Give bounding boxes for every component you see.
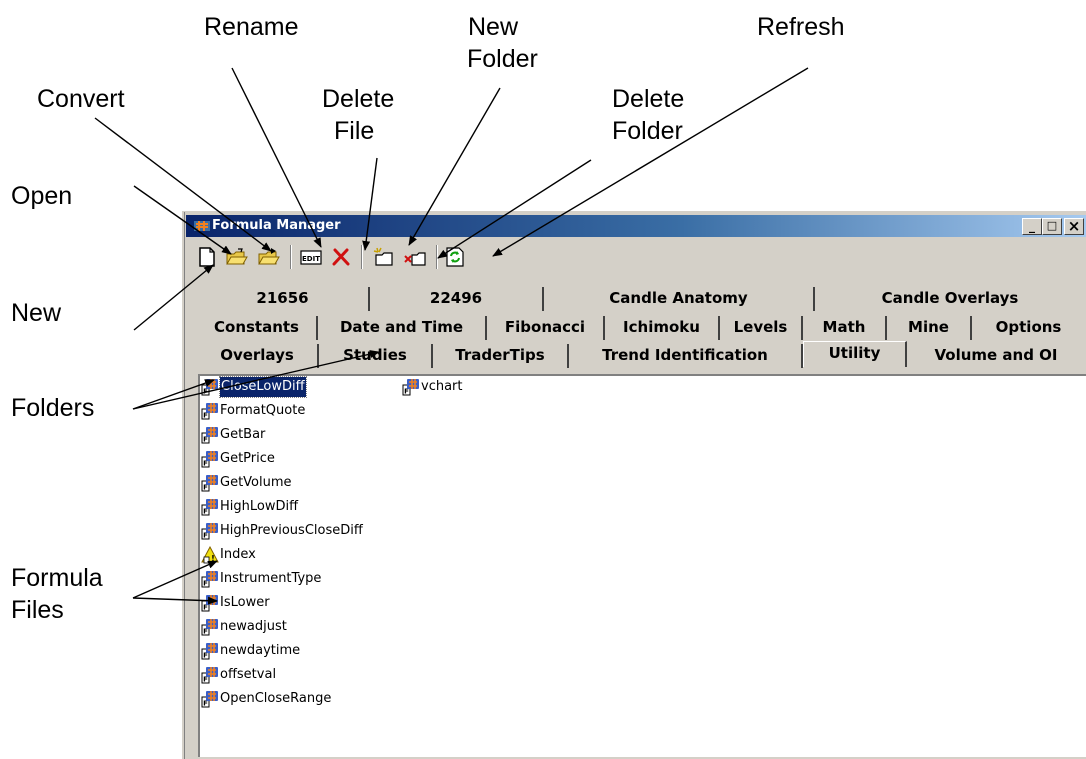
formula-file-icon: F	[201, 595, 218, 612]
formula-file-icon: F	[201, 451, 218, 468]
file-label: offsetval	[220, 667, 277, 682]
formula-file-icon: F	[402, 379, 419, 396]
tab-levels[interactable]: Levels	[720, 316, 803, 340]
convert-callout: Convert	[37, 85, 125, 113]
delete-folder-callout-line1: Delete	[612, 85, 685, 113]
file-label: HighLowDiff	[220, 499, 299, 514]
formula-file-icon: F	[201, 427, 218, 444]
tab-trend-identification[interactable]: Trend Identification	[569, 344, 803, 368]
open-callout: Open	[11, 182, 73, 210]
formula-file-icon: F	[201, 619, 218, 636]
file-label: GetVolume	[220, 475, 292, 490]
svg-text:!: !	[211, 554, 215, 563]
window-title: Formula Manager	[212, 218, 341, 233]
new-callout: New	[11, 299, 62, 327]
new-folder-callout-line2: Folder	[467, 45, 538, 73]
delete-folder-callout-line2: Folder	[612, 117, 683, 145]
folders-callout: Folders	[11, 394, 95, 422]
formula-file-list[interactable]: F CloseLowDiff F FormatQuote F GetBar F …	[198, 374, 1086, 757]
new-file-icon[interactable]	[196, 246, 218, 268]
tab-studies[interactable]: Studies	[319, 344, 433, 368]
tab-math[interactable]: Math	[803, 316, 887, 340]
file-label: HighPreviousCloseDiff	[220, 523, 363, 538]
svg-text:EDIT: EDIT	[302, 255, 320, 263]
formula-file-icon: F	[201, 475, 218, 492]
tab-21656[interactable]: 21656	[197, 287, 370, 311]
tab-options[interactable]: Options	[972, 316, 1085, 340]
tab-ichimoku[interactable]: Ichimoku	[605, 316, 720, 340]
formula-files-callout-line2: Files	[11, 596, 64, 624]
refresh-callout: Refresh	[757, 13, 845, 41]
formula-file-icon: F	[201, 379, 218, 396]
tab-22496[interactable]: 22496	[370, 287, 544, 311]
file-label: newadjust	[220, 619, 287, 634]
open-folder-icon[interactable]	[226, 246, 248, 268]
refresh-icon[interactable]	[444, 246, 466, 268]
tab-row-3: Overlays Studies TraderTips Trend Identi…	[197, 341, 1085, 368]
formula-file-icon: F	[201, 403, 218, 420]
tab-overlays[interactable]: Overlays	[197, 344, 319, 368]
close-button[interactable]: ×	[1064, 218, 1084, 235]
delete-folder-icon[interactable]	[404, 246, 426, 268]
file-label: OpenCloseRange	[220, 691, 332, 706]
tab-date-and-time[interactable]: Date and Time	[318, 316, 487, 340]
delete-file-callout-line2: File	[334, 117, 375, 145]
delete-file-callout-line1: Delete	[322, 85, 395, 113]
tab-volume-and-oi[interactable]: Volume and OI	[907, 344, 1085, 368]
new-folder-callout-line1: New	[468, 13, 519, 41]
toolbar-separator	[436, 245, 438, 269]
convert-folder-icon[interactable]	[258, 246, 280, 268]
formula-manager-window: Formula Manager _ □ × EDIT 21656 22496 C…	[181, 210, 1086, 759]
file-label: IsLower	[220, 595, 270, 610]
file-label: Index	[220, 547, 256, 562]
minimize-button[interactable]: _	[1022, 218, 1042, 235]
formula-files-callout-line1: Formula	[11, 564, 103, 592]
toolbar-separator	[290, 245, 292, 269]
new-folder-icon[interactable]	[372, 246, 394, 268]
formula-file-icon: F	[201, 499, 218, 516]
toolbar: EDIT	[186, 241, 1086, 271]
file-label: GetBar	[220, 427, 266, 442]
rename-callout: Rename	[204, 13, 299, 41]
formula-file-icon: F	[201, 643, 218, 660]
file-label: InstrumentType	[220, 571, 322, 586]
toolbar-separator	[361, 245, 363, 269]
maximize-button[interactable]: □	[1042, 218, 1062, 235]
tab-row-1: 21656 22496 Candle Anatomy Candle Overla…	[197, 287, 1085, 311]
file-label: FormatQuote	[220, 403, 306, 418]
tab-utility[interactable]: Utility	[803, 341, 907, 367]
formula-app-icon	[194, 221, 210, 231]
file-label: GetPrice	[220, 451, 275, 466]
file-label: vchart	[421, 379, 463, 394]
title-bar[interactable]: Formula Manager _ □ ×	[186, 215, 1086, 237]
tab-tradertips[interactable]: TraderTips	[433, 344, 569, 368]
formula-file-icon: F	[201, 667, 218, 684]
file-label: newdaytime	[220, 643, 301, 658]
file-label: CloseLowDiff	[219, 376, 307, 398]
formula-file-icon: F	[201, 691, 218, 708]
rename-edit-icon[interactable]: EDIT	[300, 246, 322, 268]
tab-mine[interactable]: Mine	[887, 316, 972, 340]
warning-file-icon: !	[201, 546, 219, 564]
tab-candle-overlays[interactable]: Candle Overlays	[815, 287, 1085, 311]
formula-file-icon: F	[201, 523, 218, 540]
tab-fibonacci[interactable]: Fibonacci	[487, 316, 605, 340]
delete-file-icon[interactable]	[330, 246, 352, 268]
tab-constants[interactable]: Constants	[197, 316, 318, 340]
tab-candle-anatomy[interactable]: Candle Anatomy	[544, 287, 815, 311]
tab-row-2: Constants Date and Time Fibonacci Ichimo…	[197, 316, 1085, 340]
formula-file-icon: F	[201, 571, 218, 588]
